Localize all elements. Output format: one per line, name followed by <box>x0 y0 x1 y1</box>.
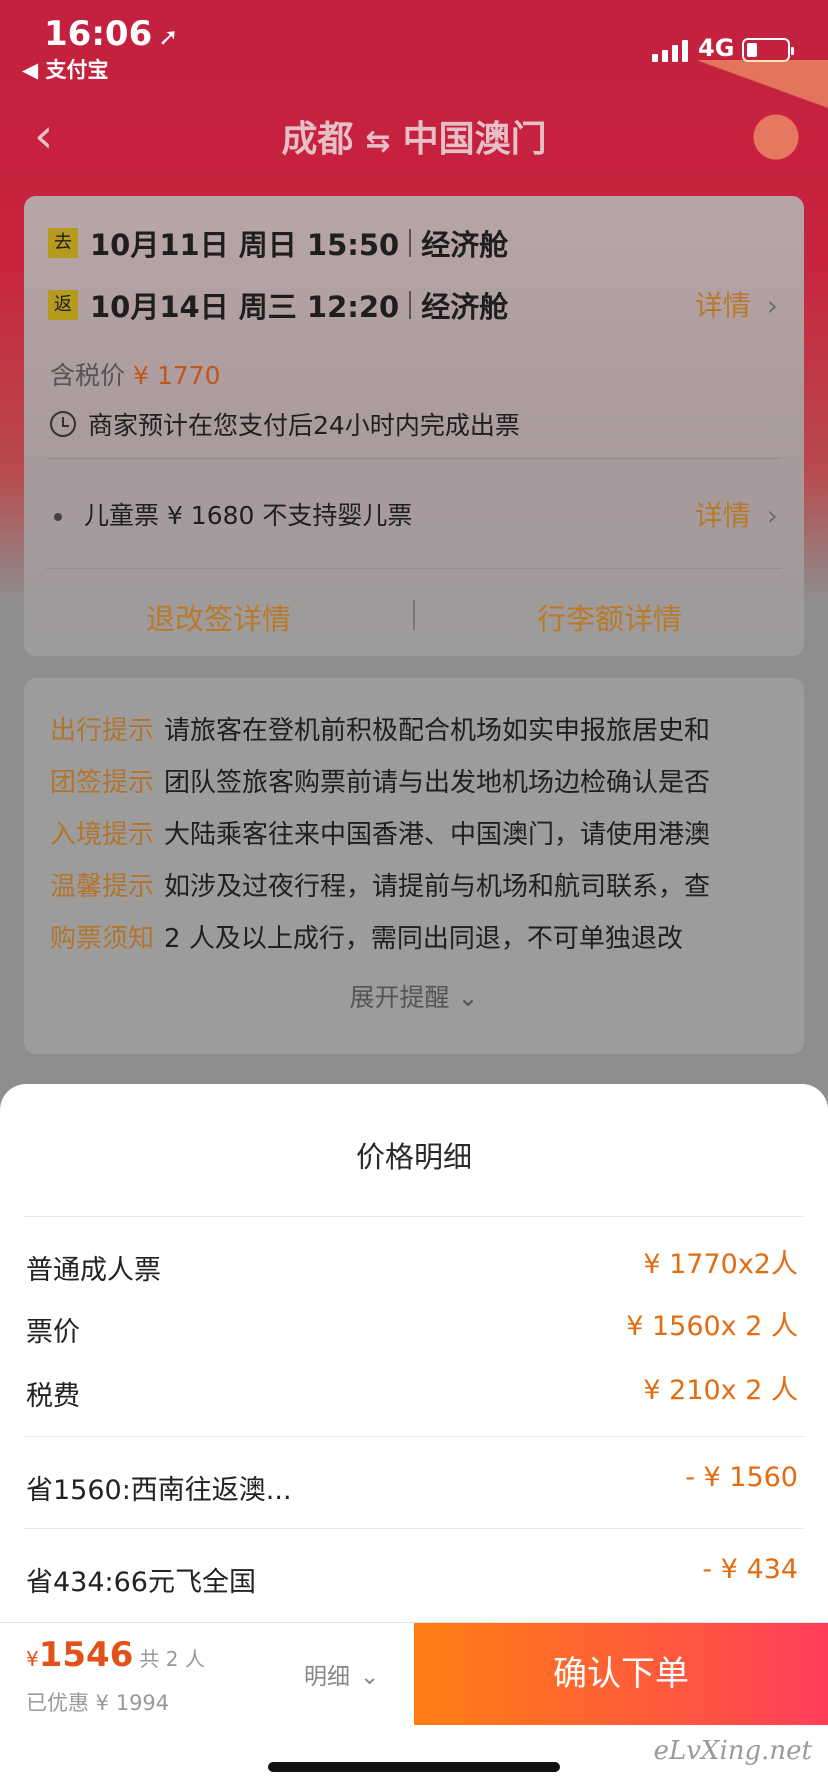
ticketing-notice: 商家预计在您支付后24小时内完成出票 <box>50 406 520 442</box>
bullet-icon <box>54 513 62 521</box>
total-amount: 1546 <box>38 1635 134 1675</box>
divider <box>46 568 782 569</box>
tax-price-value: ¥ 1770 <box>133 361 221 390</box>
outbound-tag: 去 <box>48 228 78 258</box>
discount-value: - ¥ 1560 <box>685 1462 798 1493</box>
discount-label: 省434:66元飞全国 <box>26 1567 256 1598</box>
watermark: eLvXing.net <box>653 1736 812 1766</box>
adult-ticket-value: ¥ 1770x2人 <box>643 1249 798 1280</box>
outbound-flight-row: 去 10月11日 周日 15:50 经济舱 <box>48 222 508 264</box>
return-cabin: 经济舱 <box>421 290 509 324</box>
home-indicator[interactable] <box>268 1762 560 1772</box>
tax-label: 税费 <box>26 1381 80 1412</box>
total-price: ¥1546 共 2 人 <box>26 1635 205 1675</box>
destination-city: 中国澳门 <box>402 119 547 160</box>
divider <box>24 1216 804 1217</box>
passenger-count: 共 2 人 <box>139 1647 205 1671</box>
refund-change-link[interactable]: 退改签详情 <box>24 596 413 638</box>
child-detail-link[interactable]: 详情 › <box>695 494 778 534</box>
travel-tips-card: 出行提示 请旅客在登机前积极配合机场如实申报旅居史和 团签提示 团队签旅客购票前请与… <box>24 678 804 1054</box>
tip-row: 购票须知 2 人及以上成行，需同出同退，不可单独退改 <box>50 924 683 954</box>
divider <box>24 1436 804 1437</box>
saved-amount: 已优惠 ¥ 1994 <box>26 1691 170 1715</box>
swap-arrows-icon: ⇆ <box>365 124 391 159</box>
back-to-app-link[interactable]: ◀ 支付宝 <box>22 54 108 84</box>
clock-icon <box>50 411 76 437</box>
chevron-down-icon: ⌄ <box>457 983 479 1012</box>
baggage-link[interactable]: 行李额详情 <box>415 596 804 638</box>
tax-price: 含税价 ¥ 1770 <box>50 361 221 390</box>
sheet-title: 价格明细 <box>355 1140 472 1174</box>
return-tag: 返 <box>48 290 78 320</box>
decoration-graphic <box>698 60 828 170</box>
divider <box>24 1528 804 1529</box>
discount-label: 省1560:西南往返澳... <box>26 1475 292 1506</box>
discount-value: - ¥ 434 <box>702 1554 798 1585</box>
tip-row: 团签提示 团队签旅客购票前请与出发地机场边检确认是否 <box>50 768 711 798</box>
fare-label: 票价 <box>26 1317 80 1348</box>
chevron-right-icon: › <box>766 499 778 532</box>
battery-icon <box>742 38 794 62</box>
outbound-cabin: 经济舱 <box>421 228 509 262</box>
divider <box>409 229 412 257</box>
checkout-bar: ¥1546 共 2 人 已优惠 ¥ 1994 明细 ⌄ 确认下单 <box>0 1622 828 1725</box>
location-arrow-icon: ➚ <box>158 23 179 51</box>
confirm-order-button[interactable]: 确认下单 <box>414 1623 828 1725</box>
divider <box>409 291 412 319</box>
status-time: 16:06 ➚ <box>44 14 179 54</box>
chevron-down-icon: ⌄ <box>360 1664 380 1690</box>
flight-info-card: 去 10月11日 周日 15:50 经济舱 返 10月14日 周三 12:20 … <box>24 196 804 656</box>
adult-ticket-label: 普通成人票 <box>26 1255 161 1286</box>
divider <box>46 458 782 459</box>
return-datetime: 10月14日 周三 12:20 <box>90 290 400 324</box>
tip-row: 入境提示 大陆乘客往来中国香港、中国澳门，请使用港澳 <box>50 820 711 850</box>
chevron-right-icon: › <box>766 289 778 322</box>
price-detail-toggle[interactable]: 明细 ⌄ <box>304 1657 379 1691</box>
outbound-datetime: 10月11日 周日 15:50 <box>90 228 400 262</box>
tip-row: 温馨提示 如涉及过夜行程，请提前与机场和航司联系，查 <box>50 872 711 902</box>
tip-row: 出行提示 请旅客在登机前积极配合机场如实申报旅居史和 <box>50 716 711 746</box>
card-footer-links: 退改签详情 行李额详情 <box>24 596 804 638</box>
origin-city: 成都 <box>281 119 354 160</box>
fare-value: ¥ 1560x 2 人 <box>626 1311 798 1342</box>
network-type: 4G <box>698 34 735 62</box>
signal-icon <box>652 38 688 62</box>
child-ticket-info: 儿童票 ¥ 1680 不支持婴儿票 <box>54 496 412 532</box>
return-flight-row: 返 10月14日 周三 12:20 经济舱 <box>48 284 508 326</box>
expand-tips-button[interactable]: 展开提醒 ⌄ <box>24 978 804 1014</box>
flight-detail-link[interactable]: 详情 › <box>695 284 778 324</box>
tax-value: ¥ 210x 2 人 <box>643 1375 798 1406</box>
